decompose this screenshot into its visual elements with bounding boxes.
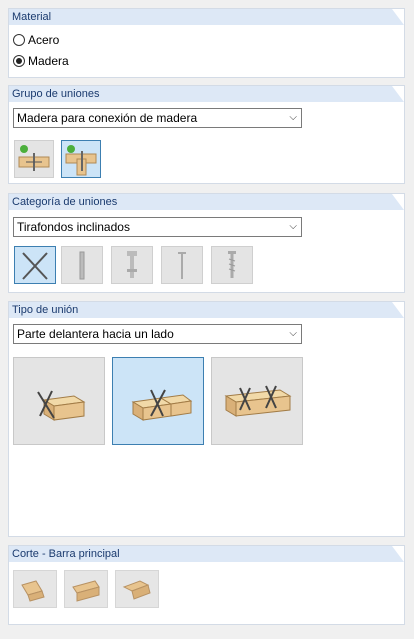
chevron-down-icon: ⌵	[289, 221, 297, 232]
categoria-panel: Categoría de uniones Tirafondos inclinad…	[8, 193, 405, 293]
radio-acero-label: Acero	[28, 33, 60, 47]
beam-joint-screws-icon[interactable]	[211, 357, 303, 445]
radio-acero-button[interactable]	[13, 34, 25, 46]
screw-icon[interactable]	[211, 246, 253, 284]
radio-madera[interactable]: Madera	[13, 53, 69, 69]
timber-to-timber-connection-icon[interactable]	[14, 140, 54, 178]
radio-madera-button[interactable]	[13, 55, 25, 67]
grupo-select-value: Madera para conexión de madera	[17, 111, 198, 125]
material-panel: Material Acero Madera	[8, 8, 405, 78]
radio-acero[interactable]: Acero	[13, 32, 59, 48]
tipo-select-value: Parte delantera hacia un lado	[17, 327, 174, 341]
corte-header: Corte - Barra principal	[9, 546, 404, 562]
grupo-select[interactable]: Madera para conexión de madera ⌵	[13, 108, 302, 128]
categoria-select-value: Tirafondos inclinados	[17, 220, 130, 234]
radio-madera-label: Madera	[28, 54, 69, 68]
dowel-icon[interactable]	[61, 246, 103, 284]
cut-variant-3-icon[interactable]	[115, 570, 159, 608]
t-joint-crossed-screws-icon[interactable]	[112, 357, 204, 445]
cut-variant-2-icon[interactable]	[64, 570, 108, 608]
end-joint-one-side-icon[interactable]	[13, 357, 105, 445]
nail-icon[interactable]	[161, 246, 203, 284]
inclined-screws-icon[interactable]	[14, 246, 56, 284]
cut-variant-1-icon[interactable]	[13, 570, 57, 608]
timber-to-timber-cross-connection-icon[interactable]	[61, 140, 101, 178]
categoria-select[interactable]: Tirafondos inclinados ⌵	[13, 217, 302, 237]
corte-panel: Corte - Barra principal	[8, 545, 405, 625]
chevron-down-icon: ⌵	[289, 328, 297, 339]
tipo-select[interactable]: Parte delantera hacia un lado ⌵	[13, 324, 302, 344]
tipo-panel: Tipo de unión Parte delantera hacia un l…	[8, 301, 405, 537]
chevron-down-icon: ⌵	[289, 112, 297, 123]
material-header: Material	[9, 9, 404, 25]
tipo-header: Tipo de unión	[9, 302, 404, 318]
bolt-icon[interactable]	[111, 246, 153, 284]
grupo-header: Grupo de uniones	[9, 86, 404, 102]
grupo-panel: Grupo de uniones Madera para conexión de…	[8, 85, 405, 184]
categoria-header: Categoría de uniones	[9, 194, 404, 210]
